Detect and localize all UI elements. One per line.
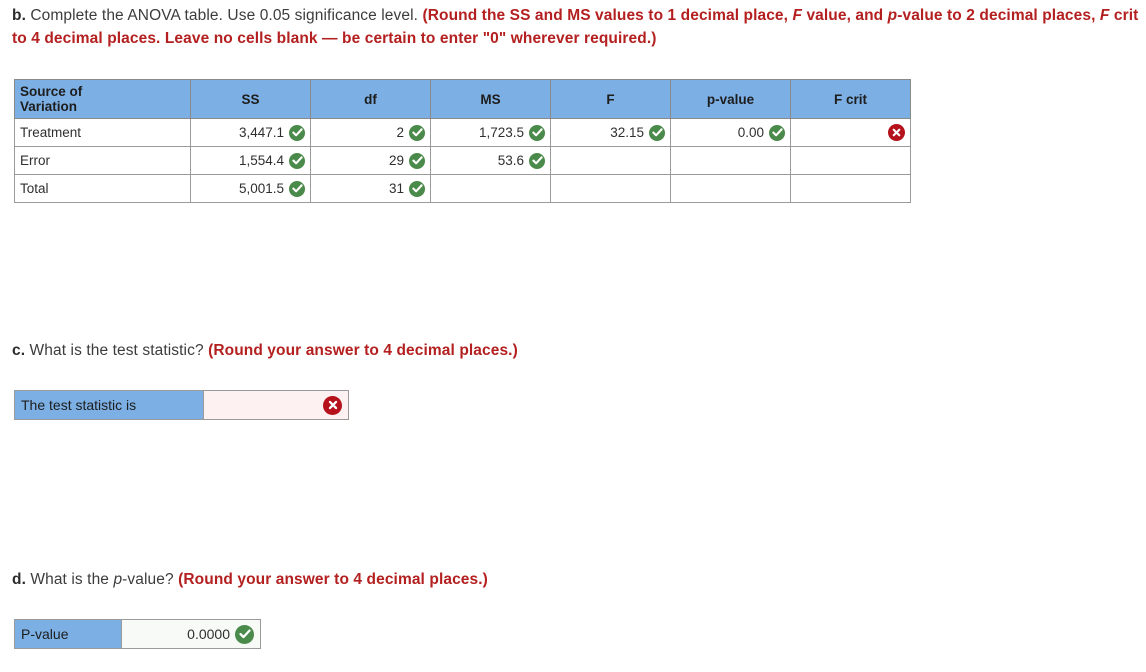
row-label-error: Error [14, 146, 191, 175]
cell-error-ms-value: 53.6 [497, 153, 524, 168]
p-value-answer-box: P -value 0.0000 [14, 619, 261, 649]
table-row: Error 1,554.4 29 53.6 [14, 146, 911, 175]
cell-total-p-value[interactable] [670, 174, 791, 203]
cell-error-f[interactable] [550, 146, 671, 175]
cell-treatment-p-value-value: 0.00 [737, 125, 764, 140]
question-d-text-p: p [113, 571, 123, 588]
p-value-input[interactable]: 0.0000 [122, 620, 260, 648]
cell-error-ss-value: 1,554.4 [238, 153, 284, 168]
cell-treatment-f[interactable]: 32.15 [550, 118, 671, 147]
cell-treatment-f-value: 32.15 [610, 125, 644, 140]
question-b-instruction-f1: F [792, 7, 803, 24]
cell-error-ms[interactable]: 53.6 [430, 146, 551, 175]
question-c-text: What is the test statistic? [25, 342, 209, 359]
question-d-marker: d. [12, 571, 26, 588]
p-value-label-p: P [21, 626, 31, 642]
cell-treatment-ss[interactable]: 3,447.1 [190, 118, 311, 147]
cell-treatment-df[interactable]: 2 [310, 118, 431, 147]
cell-treatment-df-value: 2 [396, 125, 404, 140]
check-circle-icon [529, 124, 545, 141]
question-b-text: Complete the ANOVA table. Use 0.05 signi… [25, 7, 423, 24]
row-label-total: Total [14, 174, 191, 203]
cell-total-f[interactable] [550, 174, 671, 203]
question-c-instruction: (Round your answer to 4 decimal places.) [208, 342, 518, 359]
check-circle-icon [409, 152, 425, 169]
question-d-text-part2: -value? [122, 571, 179, 588]
cell-error-df-value: 29 [388, 153, 404, 168]
cell-error-df[interactable]: 29 [310, 146, 431, 175]
test-statistic-answer-box: The test statistic is [14, 390, 349, 420]
cell-total-ms[interactable] [430, 174, 551, 203]
question-d-prompt: d. What is the p-value? (Round your answ… [12, 568, 488, 591]
anova-table-header-row: Source of Variation SS df MS F p-value F… [14, 79, 911, 119]
check-circle-icon [649, 124, 665, 141]
check-circle-icon [529, 152, 545, 169]
column-header-source-of-variation: Source of Variation [14, 79, 191, 119]
cell-total-f-crit[interactable] [790, 174, 911, 203]
cell-error-ss[interactable]: 1,554.4 [190, 146, 311, 175]
cell-treatment-ms-value: 1,723.5 [478, 125, 524, 140]
test-statistic-label: The test statistic is [15, 391, 205, 419]
question-c-marker: c. [12, 342, 26, 359]
x-circle-icon [323, 395, 342, 415]
check-circle-icon [289, 124, 305, 141]
question-b-marker: b. [12, 7, 26, 24]
column-header-f-label: F [606, 91, 615, 107]
question-b-prompt: b. Complete the ANOVA table. Use 0.05 si… [12, 4, 1142, 50]
table-row: Treatment 3,447.1 2 1,723.5 32.15 0.00 [14, 118, 911, 147]
column-header-source-line1: Source of [20, 84, 83, 99]
cell-treatment-f-crit[interactable] [790, 118, 911, 147]
cell-treatment-ss-value: 3,447.1 [238, 125, 284, 140]
question-b-instruction-part2: value, and [802, 7, 888, 24]
cell-total-ss-value: 5,001.5 [238, 181, 284, 196]
check-circle-icon [289, 180, 305, 197]
anova-table: Source of Variation SS df MS F p-value F… [14, 79, 911, 203]
check-circle-icon [289, 152, 305, 169]
question-b-instruction-part3: -value to 2 decimal places, [897, 7, 1100, 24]
column-header-p-value-label: p-value [706, 91, 755, 107]
table-row: Total 5,001.5 31 [14, 174, 911, 203]
cell-total-ss[interactable]: 5,001.5 [190, 174, 311, 203]
column-header-ss: SS [190, 79, 311, 119]
check-circle-icon [769, 124, 785, 141]
column-header-ms: MS [430, 79, 551, 119]
cell-error-p-value[interactable] [670, 146, 791, 175]
p-value-value: 0.0000 [187, 626, 230, 642]
question-b-instruction-p: p [887, 7, 898, 24]
cell-total-df[interactable]: 31 [310, 174, 431, 203]
column-header-df: df [310, 79, 431, 119]
column-header-f-crit: F crit [790, 79, 911, 119]
column-header-f-crit-f: F [833, 91, 843, 107]
question-d-text-part1: What is the [25, 571, 114, 588]
test-statistic-input[interactable] [204, 391, 348, 419]
p-value-label: P -value [15, 620, 122, 648]
question-d-instruction: (Round your answer to 4 decimal places.) [178, 571, 488, 588]
check-circle-icon [235, 624, 254, 644]
cell-error-f-crit[interactable] [790, 146, 911, 175]
x-circle-icon [888, 124, 905, 141]
p-value-label-rest: -value [30, 626, 69, 642]
check-circle-icon [409, 180, 425, 197]
cell-total-df-value: 31 [388, 181, 404, 196]
row-label-treatment: Treatment [14, 118, 191, 147]
cell-treatment-p-value[interactable]: 0.00 [670, 118, 791, 147]
column-header-source-line2: Variation [20, 99, 78, 114]
column-header-f: F [550, 79, 671, 119]
question-c-prompt: c. What is the test statistic? (Round yo… [12, 339, 518, 362]
cell-treatment-ms[interactable]: 1,723.5 [430, 118, 551, 147]
check-circle-icon [409, 124, 425, 141]
column-header-p-value: p-value [670, 79, 791, 119]
question-b-instruction-part1: (Round the SS and MS values to 1 decimal… [422, 7, 793, 24]
column-header-f-crit-rest: crit [842, 91, 867, 107]
